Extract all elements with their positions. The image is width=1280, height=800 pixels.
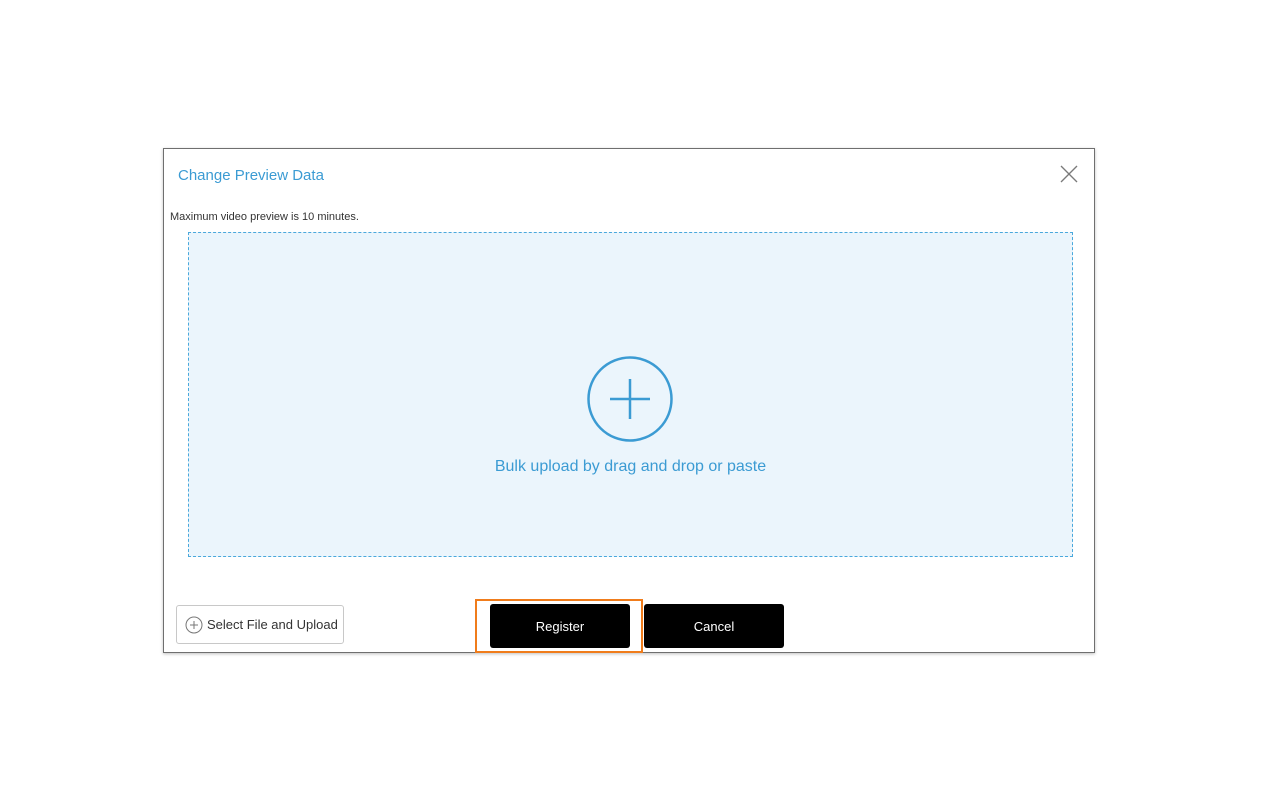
select-file-label: Select File and Upload bbox=[207, 617, 338, 632]
change-preview-dialog: Change Preview Data Maximum video previe… bbox=[163, 148, 1095, 653]
dropzone-instructions: Bulk upload by drag and drop or paste bbox=[494, 458, 767, 475]
upload-dropzone[interactable]: Bulk upload by drag and drop or paste bbox=[188, 232, 1073, 557]
cancel-button[interactable]: Cancel bbox=[644, 604, 784, 648]
plus-circle-small-icon bbox=[185, 616, 203, 634]
close-button[interactable] bbox=[1060, 165, 1078, 183]
register-button[interactable]: Register bbox=[490, 604, 630, 648]
dialog-title: Change Preview Data bbox=[178, 167, 324, 184]
select-file-upload-button[interactable]: Select File and Upload bbox=[176, 605, 344, 644]
close-icon bbox=[1060, 165, 1078, 183]
max-preview-note: Maximum video preview is 10 minutes. bbox=[170, 211, 359, 223]
plus-circle-icon bbox=[587, 356, 673, 442]
